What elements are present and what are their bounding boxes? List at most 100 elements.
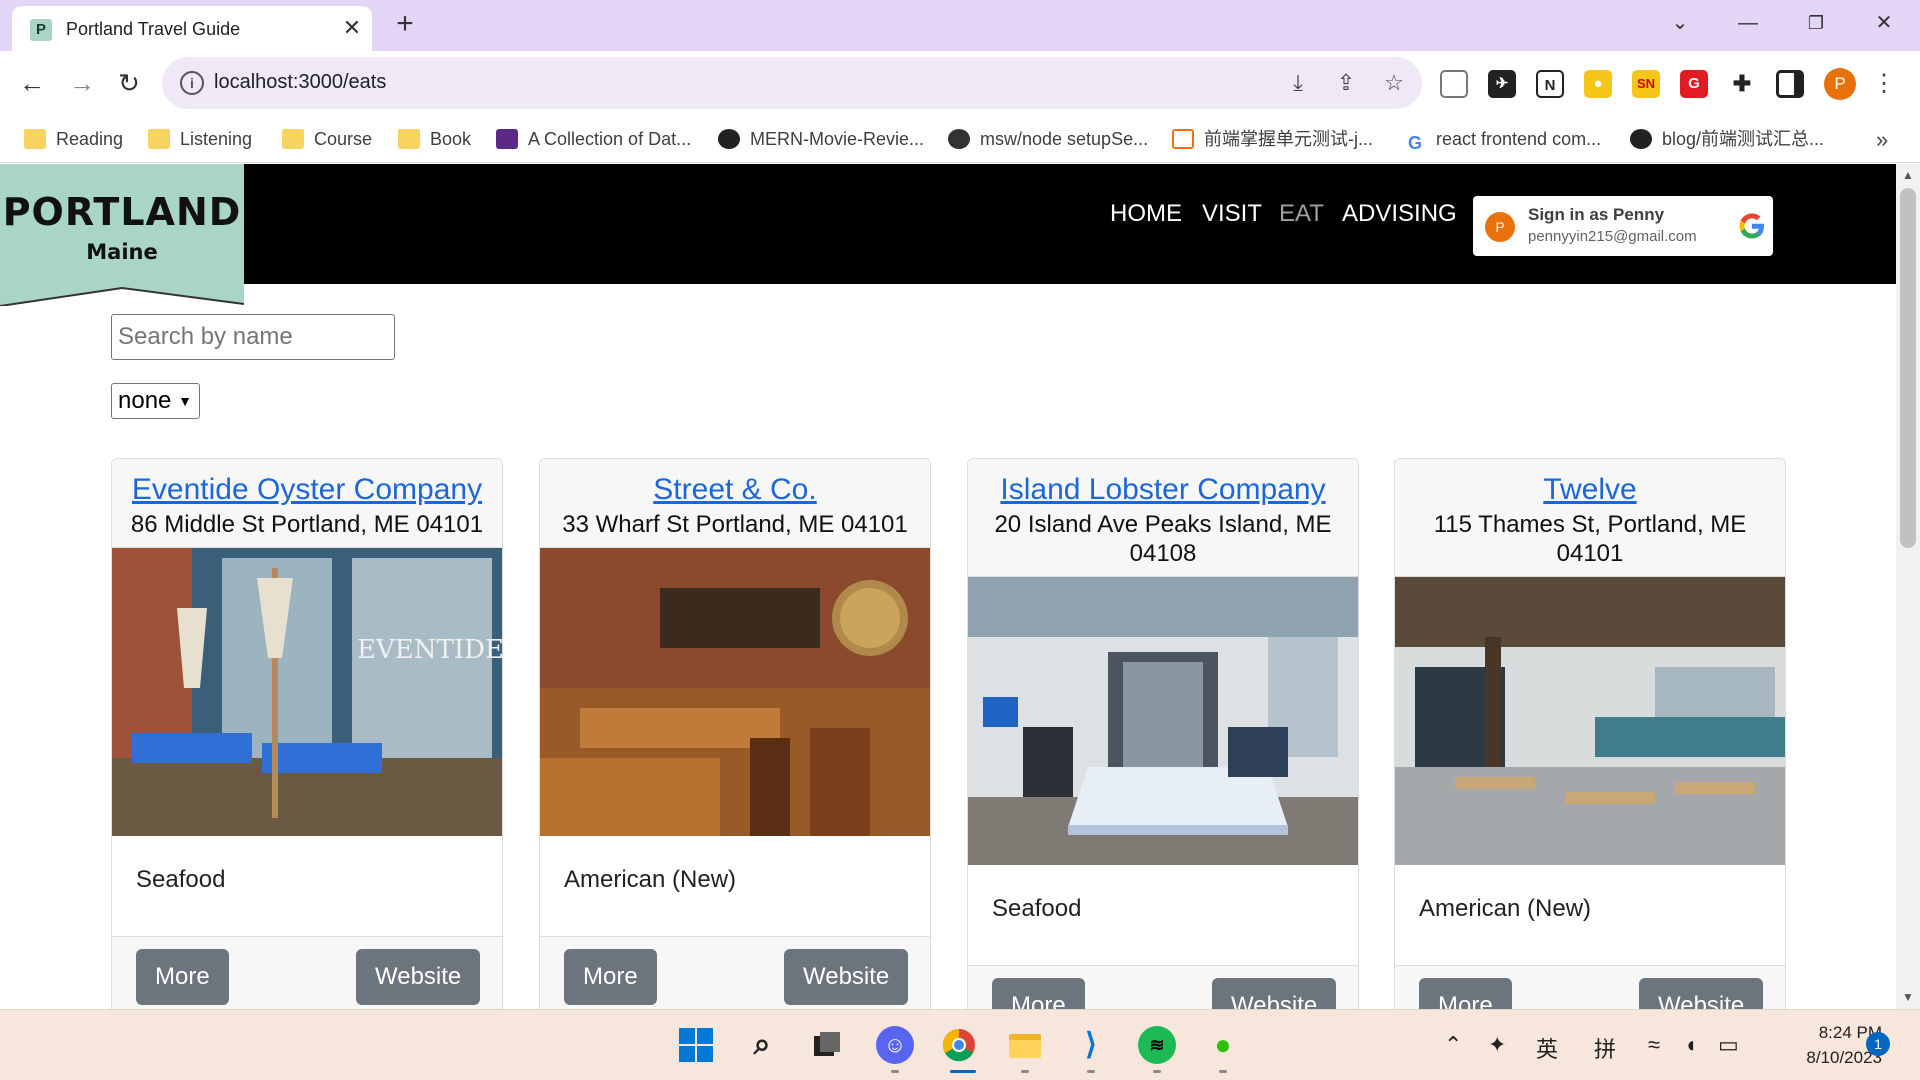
more-button[interactable]: More bbox=[136, 949, 229, 1005]
wechat-icon[interactable]: ● bbox=[1204, 1026, 1242, 1064]
windows-taskbar: ⌕ ☺ ⟩ ≋ ● ⌃ ✦ 英 拼 ≈ ◖ ▭ 8:24 PM 8/10/202… bbox=[0, 1009, 1920, 1080]
page-viewport: HOME VISIT EAT ADVISING P Sign in as Pen… bbox=[0, 164, 1896, 1009]
notification-badge[interactable]: 1 bbox=[1866, 1032, 1890, 1056]
google-signin-button[interactable]: P Sign in as Penny pennyyin215@gmail.com bbox=[1473, 196, 1773, 256]
purple-bookmark-icon bbox=[496, 129, 518, 149]
close-window-button[interactable]: ✕ bbox=[1864, 6, 1904, 40]
clock-date[interactable]: 8/10/2023 bbox=[1772, 1048, 1882, 1068]
ime-mode-indicator[interactable]: 拼 bbox=[1594, 1032, 1616, 1064]
side-panel-icon[interactable] bbox=[1776, 70, 1804, 98]
site-logo[interactable]: PORTLAND Maine bbox=[0, 164, 244, 306]
install-app-icon[interactable]: ⤓ bbox=[1284, 69, 1312, 97]
google-icon: G bbox=[1407, 133, 1422, 153]
website-button[interactable]: Website bbox=[784, 949, 909, 1005]
logo-title: PORTLAND bbox=[2, 190, 242, 234]
browser-tab-bar: P Portland Travel Guide ✕ + ⌄ — ❐ ✕ bbox=[0, 0, 1920, 51]
nav-eat[interactable]: EAT bbox=[1279, 200, 1324, 228]
bookmark-reading[interactable]: Reading bbox=[24, 125, 123, 153]
bookmark-mern[interactable]: MERN-Movie-Revie... bbox=[718, 125, 924, 153]
windows-start-icon[interactable] bbox=[677, 1026, 715, 1064]
sn-extension-icon[interactable]: SN bbox=[1632, 70, 1660, 98]
card-header: Twelve 115 Thames St, Portland, ME 04101 bbox=[1395, 459, 1785, 577]
wifi-icon[interactable]: ≈ bbox=[1648, 1032, 1660, 1058]
more-button[interactable]: More bbox=[992, 978, 1085, 1009]
red-extension-icon[interactable]: G bbox=[1680, 70, 1708, 98]
bookmark-star-icon[interactable]: ☆ bbox=[1380, 69, 1408, 97]
running-indicator bbox=[1021, 1070, 1029, 1073]
restaurant-card: Twelve 115 Thames St, Portland, ME 04101… bbox=[1394, 458, 1786, 1009]
folder-icon bbox=[398, 129, 420, 149]
back-button[interactable]: ← bbox=[12, 63, 52, 103]
bookmark-listening[interactable]: Listening bbox=[148, 125, 252, 153]
card-footer: More Website bbox=[540, 936, 930, 1009]
restaurant-card: Island Lobster Company 20 Island Ave Pea… bbox=[967, 458, 1359, 1009]
close-tab-icon[interactable]: ✕ bbox=[338, 14, 366, 42]
search-icon[interactable]: ⌕ bbox=[743, 1026, 781, 1064]
dining-room-photo bbox=[1395, 577, 1785, 865]
nav-visit[interactable]: VISIT bbox=[1202, 200, 1262, 228]
more-bookmarks-icon[interactable]: » bbox=[1876, 127, 1888, 153]
notion-extension-icon[interactable]: N bbox=[1536, 70, 1564, 98]
scrollbar-thumb[interactable] bbox=[1900, 188, 1916, 548]
file-explorer-icon[interactable] bbox=[1006, 1026, 1044, 1064]
send-extension-icon[interactable]: ✈ bbox=[1488, 70, 1516, 98]
scroll-down-icon[interactable]: ▼ bbox=[1902, 990, 1914, 1004]
site-favicon-icon: P bbox=[30, 19, 52, 41]
share-icon[interactable]: ⇪ bbox=[1332, 69, 1360, 97]
address-bar[interactable]: i localhost:3000/eats ⤓ ⇪ ☆ bbox=[162, 57, 1422, 109]
bookmark-course[interactable]: Course bbox=[282, 125, 372, 153]
chrome-icon[interactable] bbox=[940, 1026, 978, 1064]
website-button[interactable]: Website bbox=[356, 949, 481, 1005]
folder-icon bbox=[282, 129, 304, 149]
browser-menu-icon[interactable]: ⋮ bbox=[1872, 68, 1896, 100]
browser-tab[interactable]: P Portland Travel Guide ✕ bbox=[12, 6, 372, 51]
website-button[interactable]: Website bbox=[1212, 978, 1337, 1009]
card-header: Island Lobster Company 20 Island Ave Pea… bbox=[968, 459, 1358, 577]
running-indicator bbox=[1087, 1070, 1095, 1073]
reload-button[interactable]: ↻ bbox=[109, 63, 149, 103]
search-input[interactable] bbox=[111, 314, 395, 360]
restaurant-address: 115 Thames St, Portland, ME 04101 bbox=[1433, 511, 1747, 567]
scroll-up-icon[interactable]: ▲ bbox=[1902, 168, 1914, 182]
url-text[interactable]: localhost:3000/eats bbox=[214, 71, 386, 94]
restaurant-name-link[interactable]: Island Lobster Company bbox=[978, 471, 1348, 508]
new-tab-button[interactable]: + bbox=[388, 8, 422, 42]
bookmark-book[interactable]: Book bbox=[398, 125, 471, 153]
extensions-puzzle-icon[interactable]: ✚ bbox=[1728, 70, 1756, 98]
bookmark-unit-test[interactable]: 前端掌握单元测试-j... bbox=[1172, 125, 1373, 153]
tab-search-chevron-icon[interactable]: ⌄ bbox=[1660, 6, 1700, 40]
nav-advising[interactable]: ADVISING bbox=[1342, 200, 1457, 228]
restaurant-name-link[interactable]: Twelve bbox=[1405, 471, 1775, 508]
site-info-icon[interactable]: i bbox=[180, 71, 204, 95]
bookmark-msw[interactable]: msw/node setupSe... bbox=[948, 125, 1148, 153]
discord-icon[interactable]: ☺ bbox=[876, 1026, 914, 1064]
show-hidden-icons-chevron-icon[interactable]: ⌃ bbox=[1444, 1032, 1462, 1058]
bookmark-react[interactable]: Greact frontend com... bbox=[1404, 125, 1601, 153]
bookmark-blog[interactable]: blog/前端测试汇总... bbox=[1630, 125, 1824, 153]
dropbox-icon[interactable]: ✦ bbox=[1488, 1032, 1506, 1058]
browser-toolbar: ← → ↻ i localhost:3000/eats ⤓ ⇪ ☆ ✈ N ● … bbox=[0, 51, 1920, 115]
restaurant-name-link[interactable]: Eventide Oyster Company bbox=[122, 471, 492, 508]
github-icon bbox=[1630, 129, 1652, 149]
reader-extension-icon[interactable] bbox=[1440, 70, 1468, 98]
ime-language-indicator[interactable]: 英 bbox=[1536, 1032, 1558, 1064]
restaurant-address: 86 Middle St Portland, ME 04101 bbox=[130, 511, 484, 538]
restaurant-name-link[interactable]: Street & Co. bbox=[550, 471, 920, 508]
profile-avatar[interactable]: P bbox=[1824, 68, 1856, 100]
volume-icon[interactable]: ◖ bbox=[1684, 1032, 1697, 1058]
bookmark-collection[interactable]: A Collection of Dat... bbox=[496, 125, 691, 153]
spotify-icon[interactable]: ≋ bbox=[1138, 1026, 1176, 1064]
yellow-extension-icon[interactable]: ● bbox=[1584, 70, 1612, 98]
forward-button[interactable]: → bbox=[62, 63, 102, 103]
nav-home[interactable]: HOME bbox=[1110, 200, 1182, 228]
minimize-button[interactable]: — bbox=[1728, 6, 1768, 40]
more-button[interactable]: More bbox=[564, 949, 657, 1005]
cuisine-filter-select[interactable]: none ▼ bbox=[111, 383, 200, 419]
page-scrollbar[interactable]: ▲ ▼ bbox=[1896, 164, 1920, 1009]
task-view-icon[interactable] bbox=[808, 1026, 846, 1064]
restore-button[interactable]: ❐ bbox=[1796, 6, 1836, 40]
website-button[interactable]: Website bbox=[1639, 978, 1764, 1009]
vscode-icon[interactable]: ⟩ bbox=[1072, 1026, 1110, 1064]
battery-icon[interactable]: ▭ bbox=[1718, 1032, 1739, 1058]
more-button[interactable]: More bbox=[1419, 978, 1512, 1009]
